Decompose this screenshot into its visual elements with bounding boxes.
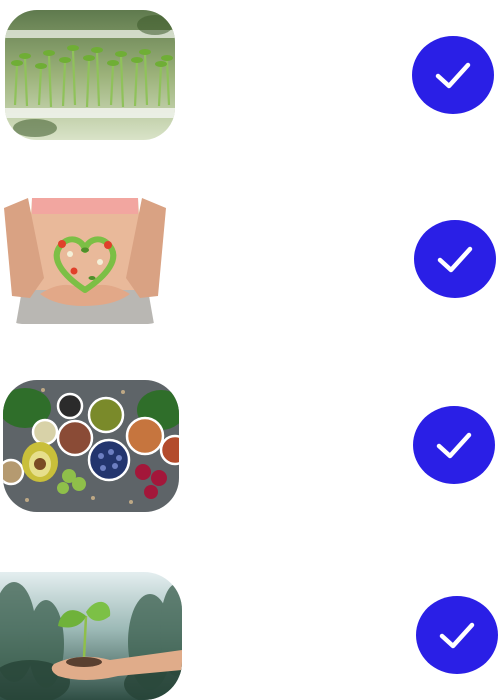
list-item: [0, 572, 500, 700]
checkmark-button[interactable]: [414, 220, 496, 298]
list-item: [0, 10, 500, 150]
list-item: [0, 198, 500, 338]
checkmark-button[interactable]: [416, 596, 498, 674]
microgreens-sprouts-image: [5, 10, 175, 140]
checklist-page: [0, 0, 500, 700]
gut-health-heart-vegetables-image: [4, 198, 166, 324]
checkmark-icon: [436, 432, 472, 459]
checkmark-icon: [435, 62, 471, 89]
checkmark-icon: [439, 622, 475, 649]
checkmark-button[interactable]: [412, 36, 494, 114]
superfoods-bowls-image: [3, 380, 179, 512]
seedling-in-hand-image: [0, 572, 182, 700]
checkmark-button[interactable]: [413, 406, 495, 484]
checkmark-icon: [437, 246, 473, 273]
list-item: [0, 380, 500, 520]
